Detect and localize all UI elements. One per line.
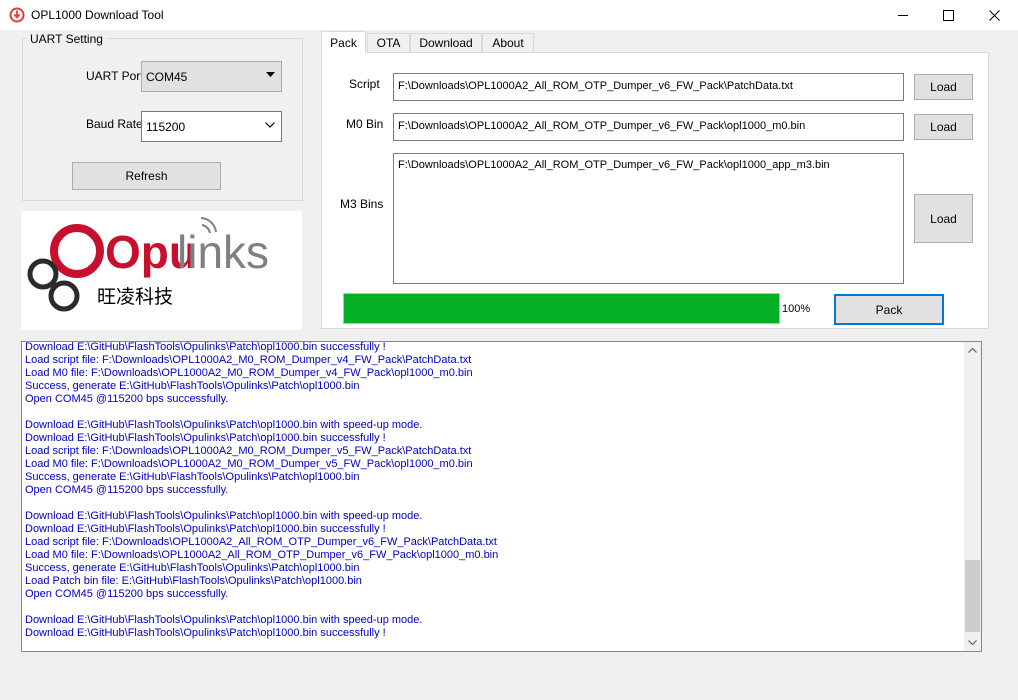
close-icon [988,9,1000,21]
opulinks-logo-graphic: Opu links 旺凌科技 [27,217,269,312]
log-line: Load script file: F:\Downloads\OPL1000A2… [25,536,497,548]
chevron-up-icon [968,348,977,353]
log-lines: Download E:\GitHub\FlashTools\Opulinks\P… [25,341,963,640]
load-script-button[interactable]: Load [914,74,973,100]
m3-bins-label: M3 Bins [340,197,384,211]
log-line: Success, generate E:\GitHub\FlashTools\O… [25,562,360,574]
maximize-button[interactable] [925,0,971,30]
log-line: Download E:\GitHub\FlashTools\Opulinks\P… [25,614,423,626]
scroll-down-button[interactable] [964,634,981,651]
tab-ota-label: OTA [376,36,401,50]
load-m3-button[interactable]: Load [914,194,973,243]
log-output[interactable]: Download E:\GitHub\FlashTools\Opulinks\P… [21,341,982,652]
log-line: Open COM45 @115200 bps successfully. [25,588,229,600]
script-label: Script [349,77,380,91]
download-arrow-icon [9,7,25,23]
chevron-down-icon [265,122,275,128]
log-line: Success, generate E:\GitHub\FlashTools\O… [25,380,360,392]
maximize-icon [942,9,954,21]
refresh-button-label: Refresh [125,169,168,183]
load-m0-label: Load [930,120,957,134]
uart-port-label: UART Port [86,69,144,83]
minimize-button[interactable] [880,0,926,30]
tab-pack-label: Pack [330,35,357,50]
title-bar: OPL1000 Download Tool [0,0,1018,30]
tab-download-label: Download [419,36,473,50]
dropdown-triangle-icon [266,72,275,77]
m3-bins-list[interactable]: F:\Downloads\OPL1000A2_All_ROM_OTP_Dumpe… [393,153,904,284]
pack-button[interactable]: Pack [834,294,944,325]
opulinks-logo: Opu links 旺凌科技 [21,211,302,330]
refresh-button[interactable]: Refresh [72,162,221,190]
tab-download[interactable]: Download [410,33,482,52]
log-line: Open COM45 @115200 bps successfully. [25,393,229,405]
log-line: Load script file: F:\Downloads\OPL1000A2… [25,445,472,457]
load-m0-button[interactable]: Load [914,114,973,140]
tab-pack[interactable]: Pack [321,31,366,53]
log-line: Download E:\GitHub\FlashTools\Opulinks\P… [25,419,423,431]
scroll-up-button[interactable] [964,342,981,359]
log-scrollbar[interactable] [964,342,981,651]
scroll-thumb[interactable] [965,560,980,632]
tab-ota[interactable]: OTA [367,33,410,52]
logo-chinese: 旺凌科技 [97,286,173,308]
log-line: Download E:\GitHub\FlashTools\Opulinks\P… [25,510,423,522]
uart-port-select[interactable]: COM45 [141,61,282,92]
load-m3-label: Load [930,211,957,226]
log-line: Load M0 file: F:\Downloads\OPL1000A2_All… [25,549,499,561]
load-script-label: Load [930,80,957,94]
log-line: Success, generate E:\GitHub\FlashTools\O… [25,471,360,483]
pack-progress-bar [343,293,780,324]
uart-setting-label: UART Setting [27,32,106,46]
baud-rate-value: 115200 [146,120,186,134]
progress-fill [344,294,779,323]
window-title: OPL1000 Download Tool [31,8,164,22]
log-line: Download E:\GitHub\FlashTools\Opulinks\P… [25,627,386,639]
tab-about[interactable]: About [482,33,534,52]
chevron-down-icon [968,640,977,645]
pack-button-label: Pack [875,302,903,317]
m0-bin-label: M0 Bin [346,117,384,131]
uart-port-value: COM45 [146,70,188,84]
log-line: Load script file: F:\Downloads\OPL1000A2… [25,354,472,366]
log-line: Download E:\GitHub\FlashTools\Opulinks\P… [25,341,386,353]
m0-bin-path-field[interactable]: F:\Downloads\OPL1000A2_All_ROM_OTP_Dumpe… [393,113,904,141]
baud-rate-select[interactable]: 115200 [141,111,282,142]
log-line: Download E:\GitHub\FlashTools\Opulinks\P… [25,523,386,535]
tab-about-label: About [492,36,524,50]
log-line: Download E:\GitHub\FlashTools\Opulinks\P… [25,432,386,444]
script-path-field[interactable]: F:\Downloads\OPL1000A2_All_ROM_OTP_Dumpe… [393,73,904,101]
log-line: Load Patch bin file: E:\GitHub\FlashTool… [25,575,362,587]
log-line: Load M0 file: F:\Downloads\OPL1000A2_M0_… [25,458,473,470]
log-line: Open COM45 @115200 bps successfully. [25,484,229,496]
logo-brand-gray: links [177,226,269,278]
log-line: Load M0 file: F:\Downloads\OPL1000A2_M0_… [25,367,473,379]
baud-rate-label: Baud Rate [86,117,143,131]
close-button[interactable] [971,0,1017,30]
progress-percent: 100% [782,303,811,315]
minimize-icon [897,14,908,16]
